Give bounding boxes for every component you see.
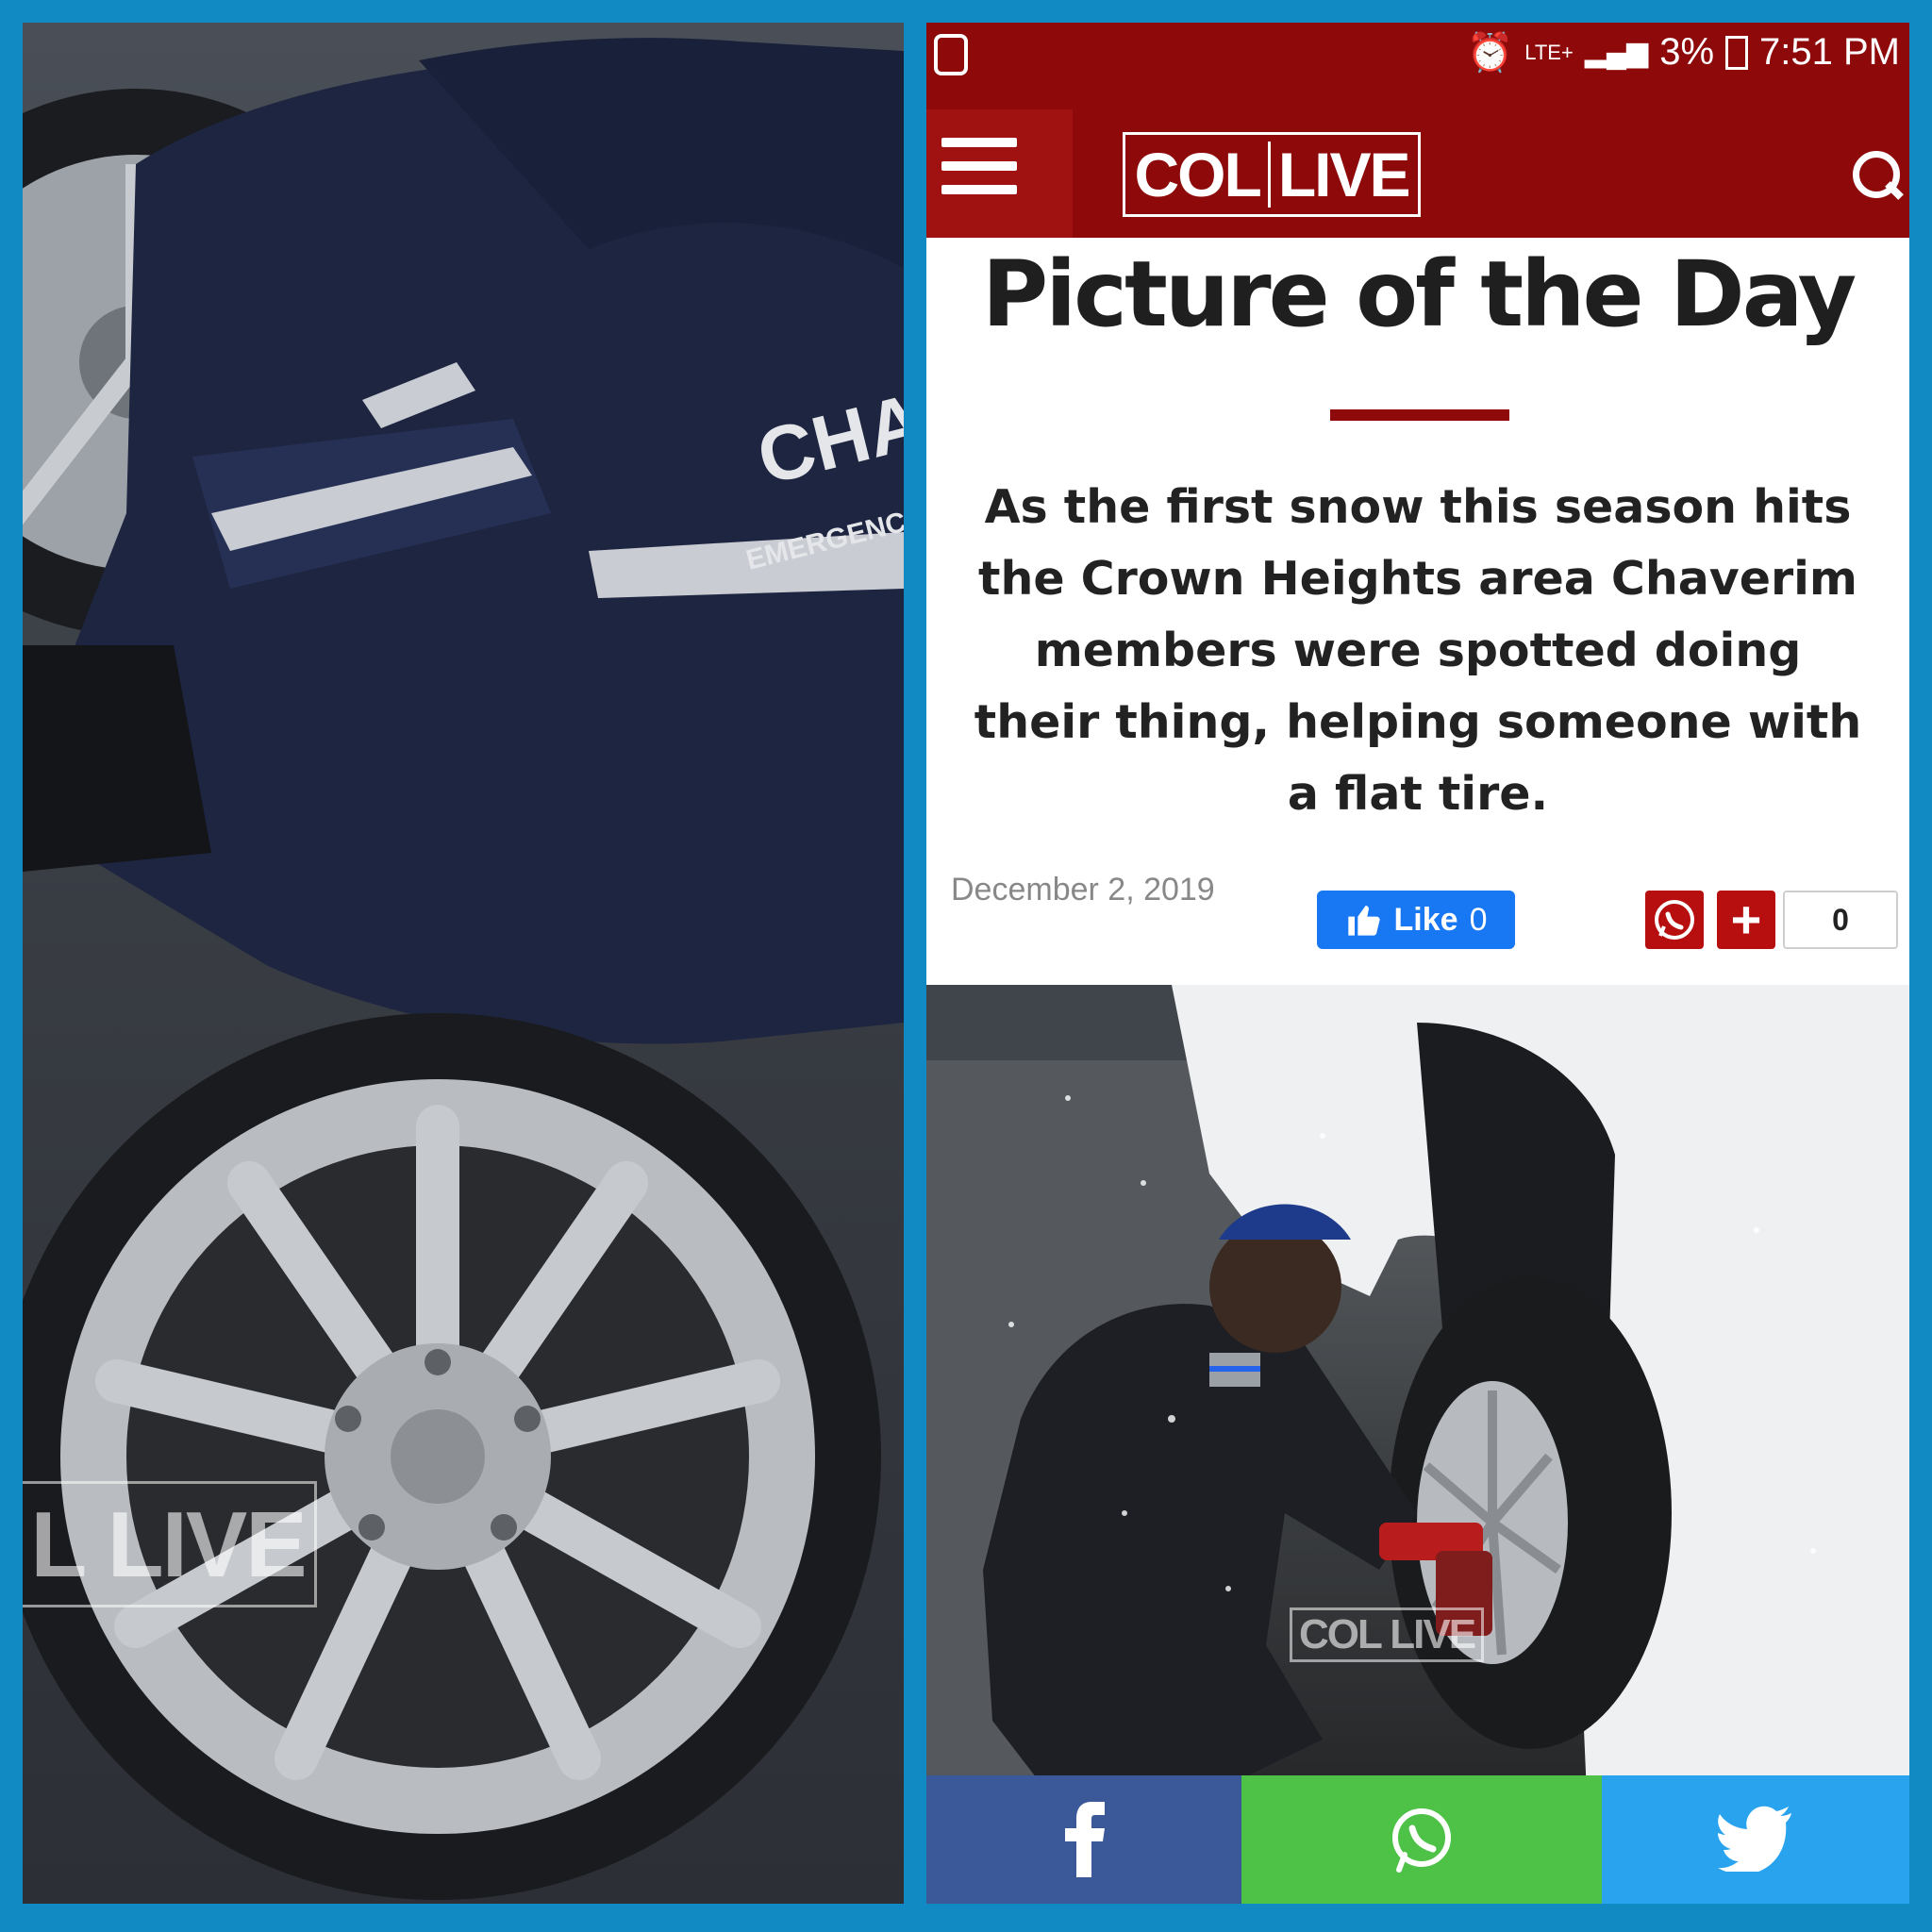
search-button[interactable] — [1847, 145, 1904, 202]
logo-col: COL — [1134, 140, 1261, 209]
article-title: Picture of the Day — [981, 242, 1857, 347]
like-count: 0 — [1469, 901, 1488, 938]
phone-screenshot: ⏰ LTE+ ▂▄▆ 3% 7:51 PM COL LIVE Picture o… — [926, 23, 1909, 1904]
article-photo-watermark: COL LIVE — [1290, 1607, 1484, 1662]
article-photo: COL LIVE — [926, 985, 1909, 1794]
battery-percent: 3% — [1659, 31, 1715, 73]
left-photo: CHAV EMERGENCY L LIVE — [23, 23, 904, 1904]
facebook-icon — [1065, 1802, 1105, 1877]
whatsapp-share-small[interactable] — [1645, 891, 1704, 949]
site-logo[interactable]: COL LIVE — [1123, 132, 1421, 217]
share-bar — [926, 1775, 1909, 1904]
app-header: COL LIVE — [926, 89, 1909, 238]
status-bar-right: ⏰ LTE+ ▂▄▆ 3% 7:51 PM — [1466, 30, 1900, 75]
facebook-like-button[interactable]: Like 0 — [1317, 891, 1515, 949]
menu-icon — [941, 138, 1017, 147]
left-photo-watermark: L LIVE — [23, 1481, 317, 1607]
thumbs-up-icon — [1347, 906, 1380, 936]
twitter-icon — [1718, 1806, 1791, 1872]
title-divider — [1330, 409, 1509, 421]
article-date: December 2, 2019 — [951, 872, 1215, 908]
share-count: 0 — [1783, 891, 1898, 949]
whatsapp-icon — [1392, 1808, 1451, 1873]
whatsapp-icon — [1655, 900, 1694, 940]
more-share-button[interactable]: + — [1717, 891, 1775, 949]
signal-icon: ▂▄▆ — [1584, 37, 1649, 68]
network-indicator: LTE+ — [1524, 40, 1574, 64]
logo-live: LIVE — [1277, 140, 1411, 209]
article-summary: As the first snow this season hits the C… — [974, 480, 1862, 821]
share-facebook-button[interactable] — [926, 1775, 1241, 1904]
left-photo-illustration: CHAV EMERGENCY — [23, 38, 904, 1900]
share-twitter-button[interactable] — [1602, 1775, 1909, 1904]
battery-icon — [1725, 35, 1749, 70]
menu-button[interactable] — [926, 109, 1073, 238]
share-whatsapp-button[interactable] — [1241, 1775, 1602, 1904]
like-label: Like — [1393, 901, 1458, 938]
status-bar: ⏰ LTE+ ▂▄▆ 3% 7:51 PM — [926, 23, 1909, 89]
clock: 7:51 PM — [1759, 31, 1900, 73]
notification-icon — [934, 34, 968, 75]
article-photo-illustration — [926, 985, 1909, 1794]
alarm-icon: ⏰ — [1466, 32, 1514, 74]
